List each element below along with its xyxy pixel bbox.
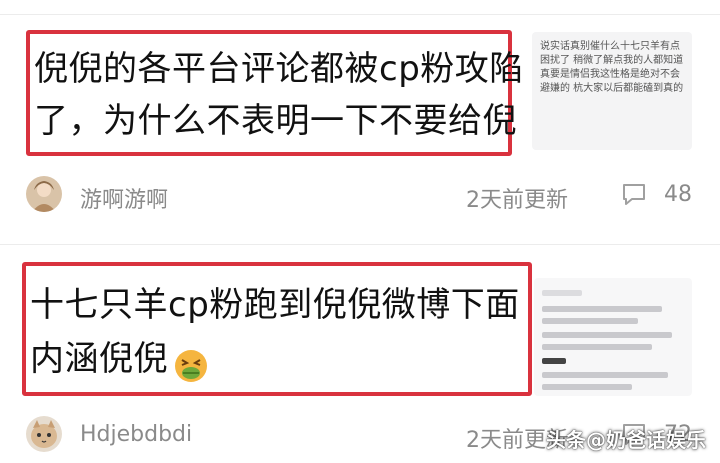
post-card[interactable]: 十七只羊cp粉跑到倪倪微博下面 内涵倪倪 Hdjebdbdi 2天前更新 72 xyxy=(0,0,720,463)
post-thumbnail[interactable] xyxy=(534,278,692,396)
author-name[interactable]: Hdjebdbdi xyxy=(80,422,192,447)
post-title-line: 内涵倪倪 xyxy=(30,339,168,379)
watermark: 头条@奶爸话娱乐 xyxy=(546,428,706,452)
nauseated-face-emoji xyxy=(175,349,208,382)
post-title-line[interactable]: 十七只羊cp粉跑到倪倪微博下面 xyxy=(30,280,520,330)
avatar[interactable] xyxy=(26,416,62,452)
post-title-line-wrap[interactable]: 内涵倪倪 xyxy=(30,334,209,384)
